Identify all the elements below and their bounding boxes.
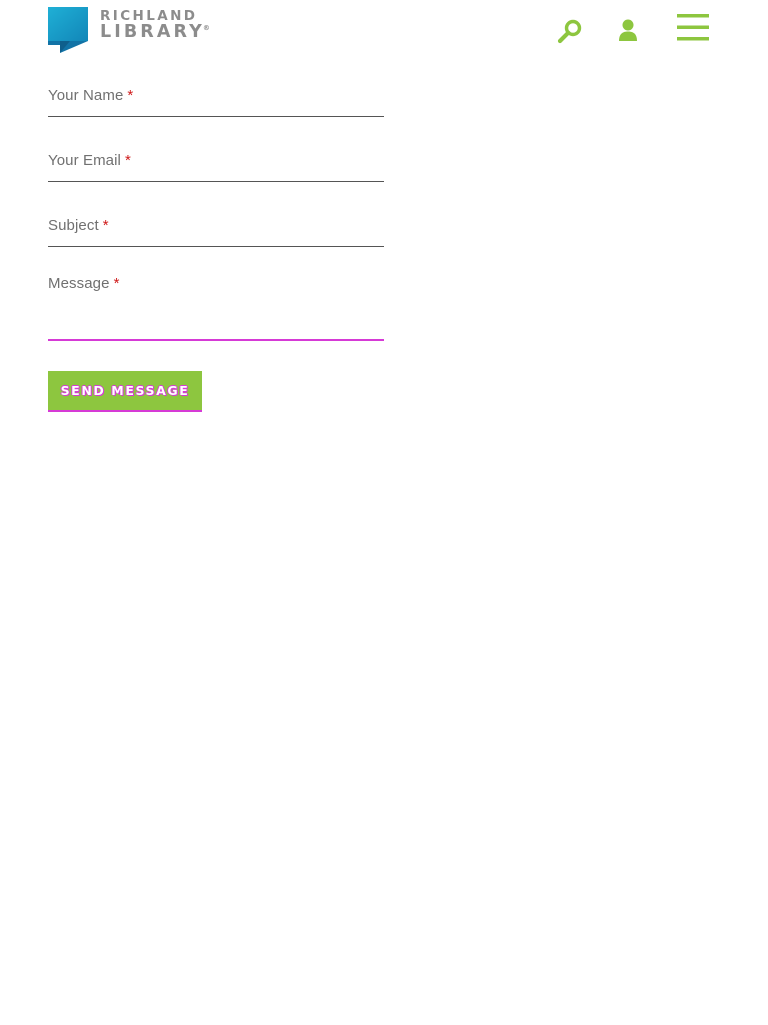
send-message-label: SEND MESSAGE [60,383,190,398]
user-icon [619,19,637,41]
email-input[interactable] [48,147,384,177]
subject-field: Subject * [48,190,384,248]
email-underline [48,181,384,182]
subject-input[interactable] [48,212,384,242]
contact-page: RICHLAND LIBRARY® Your Name * Your Email… [0,0,768,1025]
menu-button[interactable] [677,14,709,41]
message-label-text: Message [48,275,110,292]
logo-text-library-word: LIBRARY [100,22,205,42]
search-button[interactable] [556,18,584,44]
registered-mark: ® [202,24,210,32]
name-input[interactable] [48,82,384,112]
logo-text-library: LIBRARY® [100,22,210,42]
message-label: Message * [48,275,120,292]
message-textarea[interactable] [48,296,384,336]
subject-underline [48,246,384,247]
search-icon [557,19,582,44]
richland-library-logo[interactable]: RICHLAND LIBRARY® [48,7,218,53]
name-field: Your Name * [48,60,384,118]
hamburger-menu-icon [677,14,709,41]
site-header: RICHLAND LIBRARY® [0,0,768,60]
email-field: Your Email * [48,125,384,183]
name-underline [48,116,384,117]
logo-mark-icon [48,7,88,53]
required-mark: * [113,275,120,292]
message-field: Message * [48,270,384,342]
send-message-button[interactable]: SEND MESSAGE [48,371,202,412]
message-underline-focused [48,339,384,341]
account-button[interactable] [617,18,639,42]
